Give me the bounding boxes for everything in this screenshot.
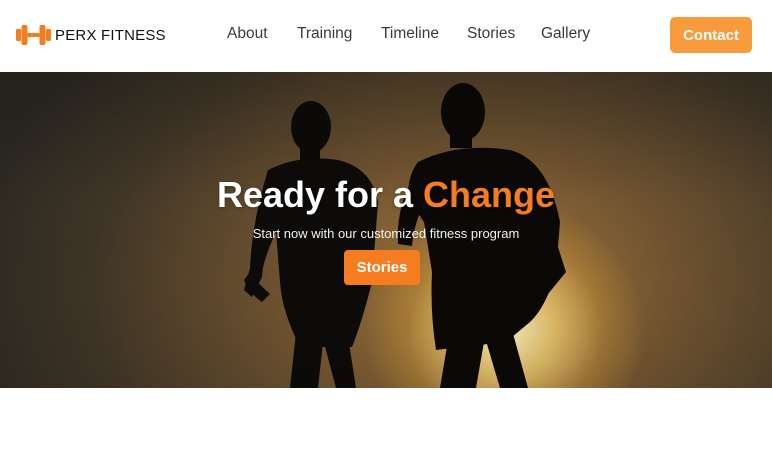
hero-section: Ready for a Change Start now with our cu…: [0, 72, 772, 388]
nav-link-stories[interactable]: Stories: [467, 25, 515, 43]
dumbbell-icon: [16, 25, 51, 45]
brand-name: PERX FITNESS: [55, 26, 166, 44]
hero-title-highlight: Change: [423, 174, 556, 215]
logo-link[interactable]: PERX FITNESS: [15, 22, 166, 48]
hero-title-text: Ready for a: [216, 174, 424, 215]
hero-title: Ready for a Change: [0, 174, 772, 216]
nav-link-gallery[interactable]: Gallery: [541, 25, 590, 43]
nav-link-about[interactable]: About: [227, 25, 268, 43]
stories-button[interactable]: Stories: [344, 250, 420, 285]
contact-button[interactable]: Contact: [670, 17, 752, 53]
nav-link-training[interactable]: Training: [297, 25, 352, 43]
nav-link-timeline[interactable]: Timeline: [381, 25, 439, 43]
site-header: PERX FITNESS About Training Timeline Sto…: [0, 0, 772, 72]
hero-subtitle: Start now with our customized fitness pr…: [252, 226, 520, 241]
